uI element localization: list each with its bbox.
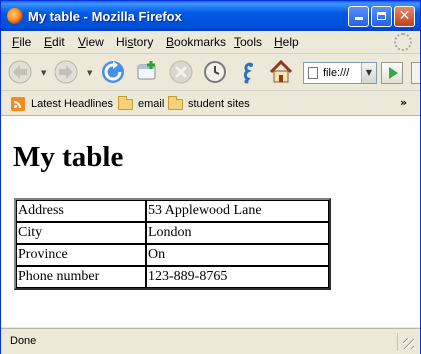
- menu-history[interactable]: History: [116, 35, 153, 49]
- back-history-dropdown-icon[interactable]: ▼: [41, 69, 46, 77]
- go-button[interactable]: [381, 62, 403, 84]
- navigation-toolbar: ▼ ▼ file:/// ▼: [1, 54, 420, 91]
- status-text: Done: [10, 335, 37, 347]
- table-row: Phone number 123-889-8765: [16, 266, 329, 288]
- history-clock-icon: [204, 61, 226, 83]
- table-cell: London: [146, 222, 329, 244]
- menu-edit[interactable]: Edit: [44, 35, 65, 49]
- title-bar[interactable]: My table - Mozilla Firefox ✕: [1, 1, 420, 31]
- maximize-icon: [377, 12, 386, 20]
- forward-button[interactable]: [53, 59, 79, 85]
- table-cell: Address: [16, 200, 146, 222]
- page-heading: My table: [13, 141, 124, 173]
- table-cell: City: [16, 222, 146, 244]
- maximize-button[interactable]: [371, 6, 392, 27]
- bookmark-student-sites[interactable]: student sites: [168, 95, 250, 112]
- bookmark-latest-headlines[interactable]: Latest Headlines: [11, 96, 113, 112]
- back-button[interactable]: [7, 59, 33, 85]
- back-arrow-icon: [8, 60, 32, 84]
- table-cell: On: [146, 244, 329, 266]
- table-row: Province On: [16, 244, 329, 266]
- menu-bar: File Edit View History Bookmarks Tools H…: [1, 31, 420, 54]
- folder-icon: [168, 95, 183, 110]
- menu-view[interactable]: View: [78, 35, 104, 49]
- home-button[interactable]: [268, 59, 294, 85]
- stop-icon: [169, 60, 193, 84]
- history-button[interactable]: [202, 59, 228, 85]
- menu-bookmarks[interactable]: Bookmarks: [166, 35, 226, 49]
- address-dropdown-icon[interactable]: ▼: [361, 63, 376, 83]
- menu-help[interactable]: Help: [274, 35, 299, 49]
- status-bar: Done: [1, 328, 420, 354]
- folder-icon: [118, 95, 133, 110]
- table-cell: Phone number: [16, 266, 146, 288]
- close-icon: ✕: [398, 8, 411, 24]
- new-tab-button[interactable]: [134, 59, 160, 85]
- table-row: City London: [16, 222, 329, 244]
- firefox-logo-icon: [7, 8, 23, 24]
- bookmarks-overflow-chevron-icon[interactable]: »: [400, 96, 407, 109]
- minimize-button[interactable]: [348, 6, 369, 27]
- new-tab-icon: [137, 61, 156, 80]
- bookmarks-toolbar: Latest Headlines email student sites »: [1, 91, 420, 116]
- rss-icon: [11, 97, 25, 111]
- page-icon: [308, 67, 318, 79]
- reload-button[interactable]: [100, 59, 126, 85]
- page-content: My table Address 53 Applewood Lane City …: [1, 116, 420, 327]
- reload-icon: [102, 61, 124, 83]
- menu-tools[interactable]: Tools: [234, 35, 262, 49]
- forward-history-dropdown-icon[interactable]: ▼: [87, 69, 92, 77]
- menu-file[interactable]: File: [12, 35, 31, 49]
- table-cell: 123-889-8765: [146, 266, 329, 288]
- search-bar-edge[interactable]: [411, 62, 420, 84]
- stop-button[interactable]: [168, 59, 194, 85]
- resize-grip-icon[interactable]: [397, 333, 416, 351]
- table-row: Address 53 Applewood Lane: [16, 200, 329, 222]
- address-bar-text: file:///: [323, 67, 350, 79]
- throbber-icon: [394, 33, 412, 51]
- home-icon: [269, 59, 293, 83]
- close-button[interactable]: ✕: [394, 6, 415, 27]
- table-cell: Province: [16, 244, 146, 266]
- window-title: My table - Mozilla Firefox: [28, 9, 182, 24]
- browser-window: My table - Mozilla Firefox ✕ File Edit V…: [0, 0, 421, 354]
- minimize-icon: [354, 17, 363, 20]
- seahorse-icon: [243, 62, 253, 84]
- table-cell: 53 Applewood Lane: [146, 200, 329, 222]
- data-table: Address 53 Applewood Lane City London Pr…: [14, 198, 331, 290]
- seahorse-button[interactable]: [235, 59, 261, 85]
- bookmark-email[interactable]: email: [118, 95, 164, 112]
- forward-arrow-icon: [54, 60, 78, 84]
